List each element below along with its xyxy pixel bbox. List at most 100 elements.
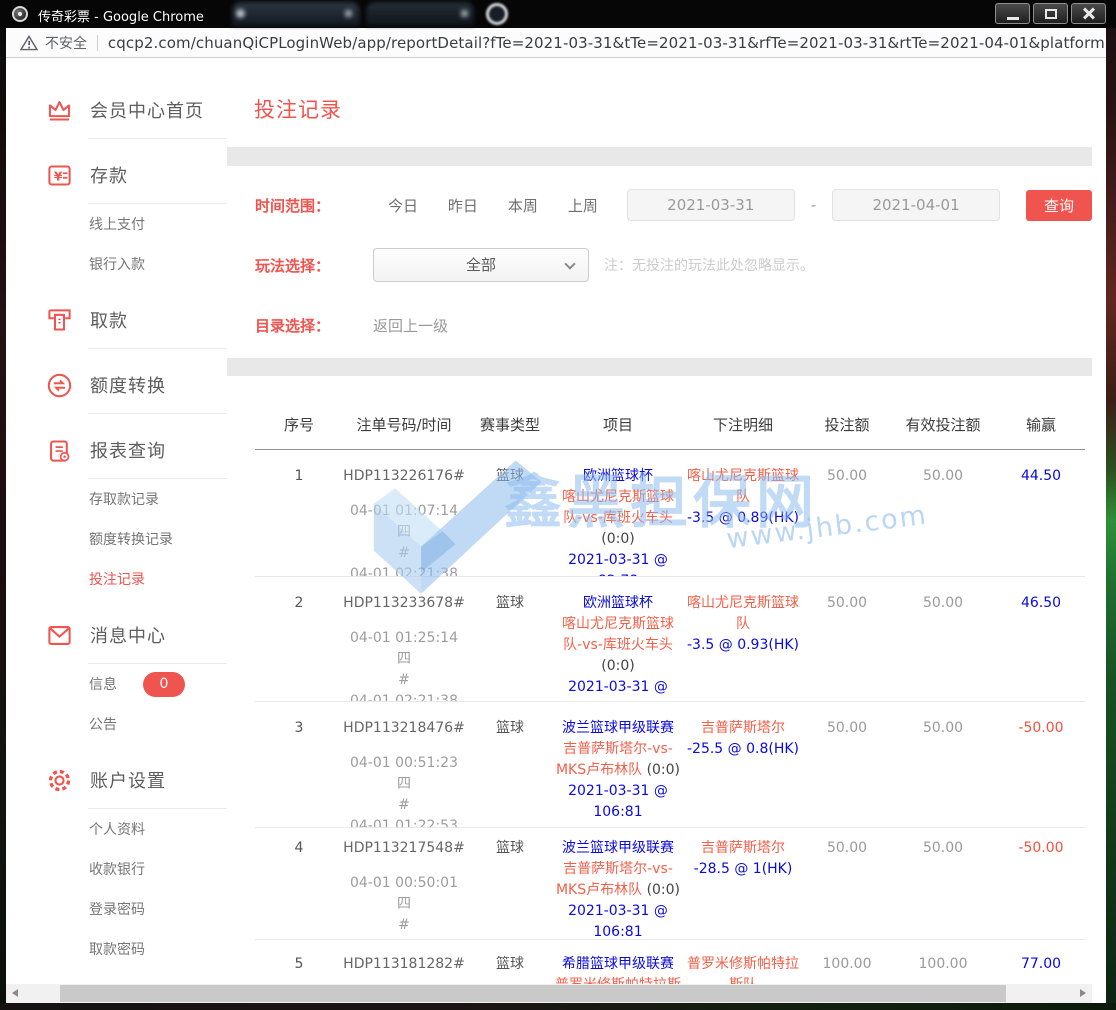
bet-team: 喀山尤尼克斯篮球队 [681, 466, 805, 508]
quick-link-last-week[interactable]: 上周 [553, 195, 613, 216]
chrome-favicon-icon [12, 6, 28, 22]
background-tab-close-icon [345, 10, 352, 17]
sidebar-item-withdraw-password[interactable]: 取款密码 [6, 929, 227, 969]
sidebar-subitem-label: 银行入款 [89, 254, 145, 274]
table-row: 2 HDP113233678# 04-01 01:25:14 四 # 04-01… [255, 577, 1085, 702]
background-tab-close-icon [461, 10, 468, 17]
bet-line: -28.5 @ 1(HK) [681, 859, 805, 880]
page-header-panel: 投注记录 [227, 58, 1092, 147]
security-label[interactable]: 不安全 [45, 33, 87, 53]
url-divider [97, 35, 98, 51]
cell-win-loss: -50.00 [997, 702, 1085, 828]
cell-order-time: HDP113181282# 03-31 23:34:41 四 [343, 940, 465, 984]
sidebar-item-deposit[interactable]: ¥ 存款 [6, 155, 227, 195]
match-teams: 喀山尤尼克斯篮球队-vs-库班火车头 [562, 616, 674, 653]
cell-index: 5 [255, 940, 343, 984]
scroll-left-icon[interactable] [12, 989, 18, 997]
sidebar-item-account-settings[interactable]: 账户设置 [6, 760, 227, 800]
background-tab-favicon-icon [236, 9, 245, 18]
settle-time: 04-01 02:21:38 四 [343, 564, 465, 577]
order-number: HDP113218476# [343, 718, 465, 739]
col-header-valid-amount: 有效投注额 [889, 414, 997, 435]
page-title: 投注记录 [254, 94, 1092, 124]
cell-order-time: HDP113226176# 04-01 01:07:14 四 # 04-01 0… [343, 450, 465, 577]
league-link[interactable]: 欧洲篮球杯 [583, 468, 653, 484]
not-secure-warning-icon[interactable] [20, 35, 38, 51]
play-select-note: 注：无投注的玩法此处忽略显示。 [604, 255, 814, 275]
bet-team: 吉普萨斯塔尔 [681, 718, 805, 739]
back-up-level-link[interactable]: 返回上一级 [373, 315, 448, 336]
maximize-button[interactable] [1033, 3, 1068, 24]
address-bar[interactable]: 不安全 cqcp2.com/chuanQiCPLoginWeb/app/repo… [6, 28, 1106, 58]
sidebar-item-login-password[interactable]: 登录密码 [6, 889, 227, 929]
cell-valid-amount: 50.00 [889, 577, 997, 702]
league-link[interactable]: 希腊篮球甲级联赛 [562, 956, 674, 972]
sidebar-item-bank-deposit[interactable]: 银行入款 [6, 244, 227, 284]
cell-sport: 篮球 [465, 940, 555, 984]
settle-time: 04-01 02:21:38 四 [343, 691, 465, 702]
sidebar-item-message-center[interactable]: 消息中心 [6, 615, 227, 655]
sidebar-item-profile[interactable]: 个人资料 [6, 809, 227, 849]
league-link[interactable]: 欧洲篮球杯 [583, 595, 653, 611]
sidebar-item-messages[interactable]: 信息 0 [6, 664, 227, 704]
sidebar-item-transfer-records[interactable]: 额度转换记录 [6, 519, 227, 559]
sidebar-item-bet-records[interactable]: 投注记录 [6, 559, 227, 599]
sidebar-item-announcements[interactable]: 公告 [6, 704, 227, 744]
quick-link-this-week[interactable]: 本周 [493, 195, 553, 216]
cell-bet-detail: 吉普萨斯塔尔 -28.5 @ 1(HK) [681, 828, 805, 940]
sidebar-item-deposit-withdraw-records[interactable]: 存取款记录 [6, 479, 227, 519]
date-from-input[interactable]: 2021-03-31 [627, 189, 795, 221]
sidebar-subitem-label: 存取款记录 [89, 489, 159, 509]
horizontal-scrollbar-thumb[interactable] [60, 985, 1006, 1002]
cell-event: 欧洲篮球杯 喀山尤尼克斯篮球队-vs-库班火车头 (0:0) 2021-03-3… [555, 577, 681, 702]
cell-event: 波兰篮球甲级联赛 吉普萨斯塔尔-vs-MKS卢布林队 (0:0) 2021-03… [555, 828, 681, 940]
cell-index: 2 [255, 577, 343, 702]
league-link[interactable]: 波兰篮球甲级联赛 [562, 840, 674, 856]
sidebar-divider [88, 138, 227, 139]
time-separator: # [343, 795, 465, 816]
result-link[interactable]: 2021-03-31 @ 82:78 [568, 679, 668, 702]
mail-icon [46, 622, 73, 649]
sidebar-item-report-query[interactable]: 报表查询 [6, 430, 227, 470]
time-separator: # [343, 915, 465, 936]
minimize-button[interactable] [995, 3, 1030, 24]
col-header-win-loss: 输赢 [997, 414, 1085, 435]
message-count-badge: 0 [143, 672, 185, 697]
match-score: (0:0) [601, 658, 634, 674]
bet-team: 普罗米修斯帕特拉斯队 [681, 954, 805, 984]
sidebar-item-receiving-bank[interactable]: 收款银行 [6, 849, 227, 889]
minimize-icon [1007, 17, 1019, 20]
cell-valid-amount: 100.00 [889, 940, 997, 984]
cell-bet-detail: 喀山尤尼克斯篮球队 -3.5 @ 0.93(HK) [681, 577, 805, 702]
play-type-select[interactable]: 全部 [373, 248, 589, 282]
order-number: HDP113233678# [343, 593, 465, 614]
horizontal-scrollbar[interactable] [6, 984, 1092, 1003]
date-to-input[interactable]: 2021-04-01 [832, 189, 1000, 221]
result-link[interactable]: 2021-03-31 @ 82:78 [568, 552, 668, 577]
quick-link-today[interactable]: 今日 [373, 195, 433, 216]
url-text[interactable]: cqcp2.com/chuanQiCPLoginWeb/app/reportDe… [108, 34, 1106, 52]
sidebar-item-label: 报表查询 [90, 437, 166, 463]
sidebar-item-member-home[interactable]: 会员中心首页 [6, 90, 227, 130]
league-link[interactable]: 波兰篮球甲级联赛 [562, 720, 674, 736]
cell-event: 欧洲篮球杯 喀山尤尼克斯篮球队-vs-库班火车头 (0:0) 2021-03-3… [555, 450, 681, 577]
close-button[interactable] [1071, 3, 1106, 24]
sidebar-item-online-pay[interactable]: 线上支付 [6, 204, 227, 244]
cell-valid-amount: 50.00 [889, 450, 997, 577]
quick-link-yesterday[interactable]: 昨日 [433, 195, 493, 216]
cell-index: 4 [255, 828, 343, 940]
result-link[interactable]: 2021-03-31 @ 106:81 [568, 783, 668, 820]
desktop-edge-right [1106, 0, 1116, 1003]
scroll-right-icon[interactable] [1080, 989, 1086, 997]
query-button[interactable]: 查询 [1026, 190, 1092, 221]
sidebar-subitem-label: 收款银行 [89, 859, 145, 879]
sidebar-item-label: 会员中心首页 [90, 97, 204, 123]
cell-sport: 篮球 [465, 828, 555, 940]
cell-order-time: HDP113218476# 04-01 00:51:23 四 # 04-01 0… [343, 702, 465, 828]
sidebar-item-withdraw[interactable]: 取款 [6, 300, 227, 340]
result-link[interactable]: 2021-03-31 @ 106:81 [568, 903, 668, 940]
cell-order-time: HDP113233678# 04-01 01:25:14 四 # 04-01 0… [343, 577, 465, 702]
cell-bet-amount: 50.00 [805, 450, 889, 577]
sidebar-item-credit-transfer[interactable]: 额度转换 [6, 365, 227, 405]
cell-sport: 篮球 [465, 702, 555, 828]
